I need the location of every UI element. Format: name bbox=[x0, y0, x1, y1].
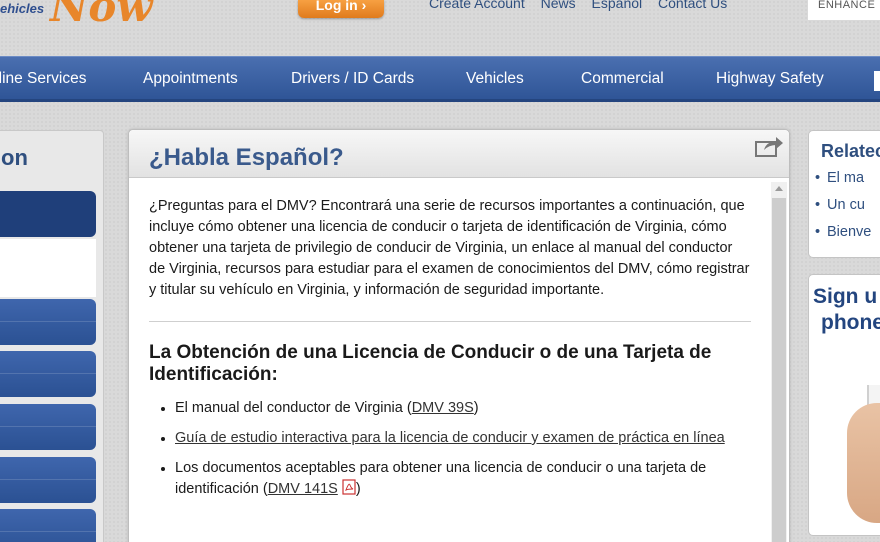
chevron-right-icon: › bbox=[361, 0, 367, 13]
related-panel: Relatec El ma Un cu Bienve bbox=[808, 130, 880, 258]
hand-image bbox=[847, 403, 880, 523]
nav-drivers-id-cards[interactable]: Drivers / ID Cards bbox=[291, 70, 414, 88]
list-item-text: ) bbox=[473, 400, 479, 416]
nav-vehicles[interactable]: Vehicles bbox=[466, 70, 524, 88]
share-icon[interactable] bbox=[754, 134, 784, 158]
espanol-link[interactable]: Español bbox=[592, 0, 643, 11]
pdf-icon bbox=[342, 479, 356, 495]
contact-us-link[interactable]: Contact Us bbox=[658, 0, 727, 11]
dmv-39s-link[interactable]: DMV 39S bbox=[412, 400, 474, 416]
nav-highway-safety[interactable]: Highway Safety bbox=[716, 70, 824, 88]
login-button[interactable]: Log in › bbox=[298, 0, 384, 18]
search-box[interactable]: ENHANCE bbox=[808, 0, 880, 20]
list-item-text: Los documentos aceptables para obtener u… bbox=[175, 460, 707, 497]
study-guide-link[interactable]: Guía de estudio interactiva para la lice… bbox=[175, 430, 725, 446]
divider bbox=[149, 321, 751, 322]
nav-commercial[interactable]: Commercial bbox=[581, 70, 664, 88]
intro-paragraph: ¿Preguntas para el DMV? Encontrará una s… bbox=[149, 198, 750, 298]
nav-appointments[interactable]: Appointments bbox=[143, 70, 238, 88]
related-link[interactable]: El ma bbox=[815, 170, 864, 186]
sidebar-item-active[interactable] bbox=[0, 191, 96, 237]
resource-list: El manual del conductor de Virginia (DMV… bbox=[149, 398, 751, 500]
enhance-label: ENHANCE bbox=[818, 0, 876, 11]
nav-online-services[interactable]: nline Services bbox=[0, 70, 87, 88]
sidebar-item[interactable] bbox=[0, 509, 96, 542]
section-title: La Obtención de una Licencia de Conducir… bbox=[149, 342, 712, 385]
news-link[interactable]: News bbox=[541, 0, 576, 11]
content-panel: ¿Habla Español? ¿Preguntas para el DMV? … bbox=[128, 129, 790, 542]
list-item: El manual del conductor de Virginia (DMV… bbox=[149, 398, 751, 419]
create-account-link[interactable]: Create Account bbox=[429, 0, 525, 11]
top-links: Create Account News Español Contact Us bbox=[429, 0, 739, 11]
signup-line-1: Sign u bbox=[813, 285, 878, 308]
list-item: Los documentos aceptables para obtener u… bbox=[149, 458, 751, 500]
sidebar-item[interactable] bbox=[0, 457, 96, 503]
sidebar-title: on bbox=[1, 145, 28, 170]
site-header: ehicles Now Log in › Create Account News… bbox=[0, 0, 880, 56]
scrollbar[interactable] bbox=[771, 182, 787, 542]
related-title: Relatec bbox=[821, 141, 880, 161]
sidebar-item[interactable] bbox=[0, 351, 96, 397]
nav-next-item[interactable] bbox=[874, 71, 880, 91]
sidebar-subitems bbox=[0, 239, 96, 297]
scrollbar-thumb[interactable] bbox=[772, 198, 786, 542]
related-link[interactable]: Un cu bbox=[815, 197, 865, 213]
logo-now: Now bbox=[50, 0, 153, 31]
scroll-up-arrow-icon[interactable] bbox=[771, 182, 787, 196]
list-item-text: ) bbox=[355, 481, 361, 497]
panel-header: ¿Habla Español? bbox=[129, 130, 789, 178]
left-sidebar: on bbox=[0, 130, 104, 542]
content-body: ¿Preguntas para el DMV? Encontrará una s… bbox=[149, 196, 751, 509]
sidebar-item[interactable] bbox=[0, 299, 96, 345]
list-item: Guía de estudio interactiva para la lice… bbox=[149, 428, 751, 449]
list-item-text: El manual del conductor de Virginia ( bbox=[175, 400, 412, 416]
login-label: Log in bbox=[315, 0, 358, 13]
dmv-141s-link[interactable]: DMV 141S bbox=[268, 481, 338, 497]
logo-text: ehicles bbox=[0, 1, 45, 16]
main-nav: nline Services Appointments Drivers / ID… bbox=[0, 56, 880, 102]
page-title: ¿Habla Español? bbox=[149, 144, 344, 171]
signup-promo[interactable]: Sign u phone bbox=[808, 274, 880, 536]
signup-line-2: phone bbox=[821, 311, 880, 334]
sidebar-item[interactable] bbox=[0, 404, 96, 450]
related-link[interactable]: Bienve bbox=[815, 224, 871, 240]
